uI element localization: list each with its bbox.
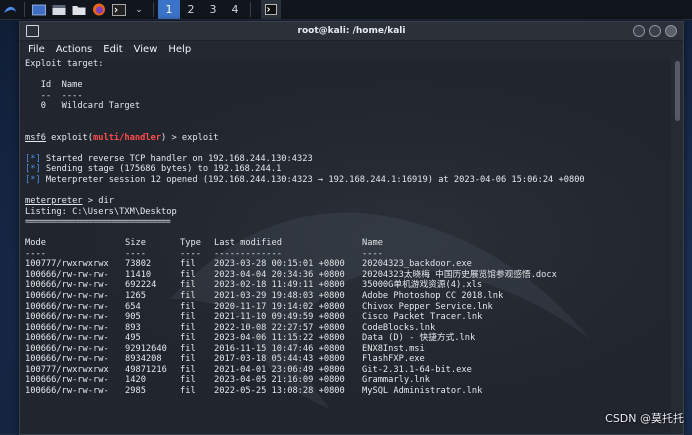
- workspace-3[interactable]: 3: [202, 0, 224, 19]
- scrollbar-thumb[interactable]: [675, 61, 680, 121]
- taskbar-separator: [153, 2, 154, 17]
- meterpreter-prompt: meterpreter: [25, 196, 83, 207]
- target-table-row: 0 Wildcard Target: [40, 101, 141, 112]
- file-mode-cell: 100666/rw-rw-rw-: [25, 385, 109, 396]
- file-mode-cell: 100777/rwxrwxrwx: [25, 364, 109, 375]
- close-button[interactable]: [665, 25, 677, 37]
- firefox-icon[interactable]: [92, 3, 106, 16]
- minimize-button[interactable]: [633, 25, 645, 37]
- kali-menu-icon[interactable]: [3, 3, 17, 16]
- menu-bar: File Actions Edit View Help: [20, 41, 683, 58]
- chevron-down-icon[interactable]: ⌄: [132, 3, 146, 16]
- file-mode-cell: 100666/rw-rw-rw-: [25, 312, 109, 323]
- menu-file[interactable]: File: [28, 44, 45, 55]
- module-name: multi/handler: [93, 132, 161, 143]
- msf-prompt-line: msf6 exploit(multi/handler) > exploit: [25, 132, 219, 143]
- menu-view[interactable]: View: [134, 44, 158, 55]
- terminal-launcher-icon[interactable]: [112, 3, 126, 16]
- file-mode-cell: 100666/rw-rw-rw-: [25, 301, 109, 312]
- file-mode-cell: 100666/rw-rw-rw-: [25, 322, 109, 333]
- maximize-button[interactable]: [649, 25, 661, 37]
- exploit-target-header: Exploit target:: [25, 59, 104, 69]
- menu-edit[interactable]: Edit: [103, 44, 122, 55]
- menu-actions[interactable]: Actions: [56, 44, 93, 55]
- workspace-2[interactable]: 2: [180, 0, 202, 19]
- window-terminal-icon: [26, 25, 39, 37]
- csdn-watermark: CSDN @莫托托: [605, 412, 684, 425]
- file-mode-cell: 100666/rw-rw-rw-: [25, 343, 109, 354]
- menu-help[interactable]: Help: [168, 44, 191, 55]
- workspace-4[interactable]: 4: [224, 0, 246, 19]
- window-titlebar[interactable]: root@kali: /home/kali: [20, 22, 683, 41]
- window-title: root@kali: /home/kali: [297, 26, 406, 36]
- folder-icon[interactable]: [72, 3, 86, 16]
- kali-dragon-watermark-icon: [170, 212, 590, 409]
- terminal-task-button[interactable]: [261, 0, 281, 19]
- file-mode-cell: 100666/rw-rw-rw-: [25, 333, 109, 344]
- workspace-1[interactable]: 1: [158, 0, 180, 19]
- file-mode-cell: 100666/rw-rw-rw-: [25, 269, 109, 280]
- file-mode-cell: 100666/rw-rw-rw-: [25, 280, 109, 291]
- msf-prompt: msf6: [25, 132, 46, 143]
- taskbar-separator: [24, 2, 25, 17]
- file-mode-cell: 100666/rw-rw-rw-: [25, 375, 109, 386]
- file-mode-cell: 100777/rwxrwxrwx: [25, 259, 109, 270]
- target-table-header: Id Name: [40, 80, 83, 91]
- show-desktop-icon[interactable]: [32, 3, 46, 16]
- terminal-window: root@kali: /home/kali File Actions Edit …: [19, 21, 684, 435]
- target-table-rule: -- ----: [40, 90, 83, 101]
- terminal-output[interactable]: Exploit target: Id Name -- ---- 0 Wildca…: [20, 59, 676, 434]
- file-manager-icon[interactable]: [52, 3, 66, 16]
- taskbar: ⌄ 1 2 3 4: [0, 0, 692, 20]
- file-mode-cell: 100666/rw-rw-rw-: [25, 291, 109, 302]
- taskbar-separator: [250, 2, 251, 17]
- file-mode-cell: 100666/rw-rw-rw-: [25, 354, 109, 365]
- terminal-scrollbar[interactable]: [671, 59, 683, 434]
